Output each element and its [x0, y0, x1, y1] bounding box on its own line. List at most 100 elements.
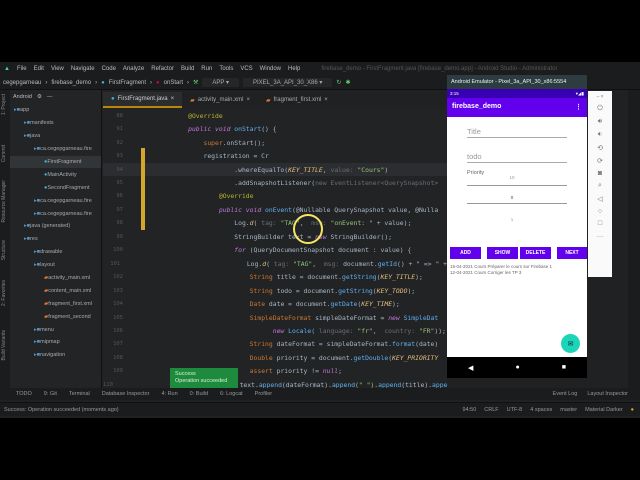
- line-number[interactable]: 92: [103, 140, 123, 146]
- menu-view[interactable]: View: [51, 66, 64, 72]
- project-tree-item[interactable]: ▸■ navigation: [10, 349, 101, 362]
- recents-icon[interactable]: ■: [562, 364, 566, 371]
- menu-code[interactable]: Code: [102, 66, 116, 72]
- add-button[interactable]: ADD: [450, 247, 481, 259]
- project-tree-item[interactable]: ▰ activity_main.xml: [10, 272, 101, 285]
- line-number[interactable]: 108: [103, 355, 123, 361]
- project-view-select[interactable]: Android: [13, 94, 32, 100]
- line-number[interactable]: 100: [103, 247, 123, 253]
- indent-setting[interactable]: 4 spaces: [530, 407, 552, 413]
- tool--build[interactable]: 0: Build: [190, 391, 208, 397]
- zoom-icon[interactable]: ⌕: [598, 182, 602, 190]
- project-tree-item[interactable]: ▰ fragment_first.xml: [10, 297, 101, 310]
- more-icon[interactable]: …: [597, 232, 604, 239]
- project-tree-item[interactable]: ▸■ ca.cegepgarneau.fire: [10, 143, 101, 156]
- line-number[interactable]: 107: [103, 341, 123, 347]
- emulator-title-bar[interactable]: Android Emulator - Pixel_3a_API_30_x86:5…: [447, 75, 587, 89]
- title-input[interactable]: Title: [467, 127, 567, 138]
- breadcrumb-module[interactable]: firebase_demo: [51, 80, 91, 86]
- project-tree-item[interactable]: ▸■ menu: [10, 323, 101, 336]
- line-number[interactable]: 97: [103, 207, 123, 213]
- tool--run[interactable]: 4: Run: [161, 391, 177, 397]
- project-tree-item[interactable]: ▸■ mipmap: [10, 336, 101, 349]
- tool-database-inspector[interactable]: Database Inspector: [102, 391, 150, 397]
- line-number[interactable]: 95: [103, 180, 123, 186]
- tool--project[interactable]: 1: Project: [1, 94, 7, 115]
- picker-value[interactable]: 0: [447, 195, 577, 200]
- line-number[interactable]: 102: [103, 274, 123, 280]
- breadcrumb-class[interactable]: FirstFragment: [109, 80, 146, 86]
- tool--git[interactable]: 9: Git: [44, 391, 57, 397]
- todo-input[interactable]: todo: [467, 152, 567, 163]
- line-number[interactable]: 98: [103, 220, 123, 226]
- line-number[interactable]: 104: [103, 301, 123, 307]
- volume-down-icon[interactable]: 🔉︎: [598, 131, 602, 139]
- project-tree-item[interactable]: ▰ fragment_second: [10, 310, 101, 323]
- rotate-left-icon[interactable]: ⟲: [597, 144, 603, 152]
- project-tree-item[interactable]: ▸■ drawable: [10, 246, 101, 259]
- project-tree-item[interactable]: ▸■ java (generated): [10, 220, 101, 233]
- project-tree-item[interactable]: ● MainActivity: [10, 168, 101, 181]
- menu-file[interactable]: File: [17, 66, 27, 72]
- tool--favorites[interactable]: 2: Favorites: [1, 280, 7, 306]
- close-tab-icon[interactable]: ×: [171, 96, 175, 102]
- tool-structure[interactable]: Structure: [1, 240, 7, 260]
- code-editor[interactable]: 88 @Override 91 public void onStart() {92…: [103, 108, 447, 388]
- breadcrumb-project[interactable]: cegepgarneau: [3, 80, 41, 86]
- run-icon[interactable]: ↻: [336, 79, 341, 86]
- close-tab-icon[interactable]: ×: [324, 97, 328, 103]
- tool-terminal[interactable]: Terminal: [69, 391, 90, 397]
- line-number[interactable]: 99: [103, 234, 123, 240]
- tab-activity_main-xml[interactable]: ▰ activity_main.xml ×: [182, 92, 258, 108]
- project-tree-item[interactable]: ▸■ manifests: [10, 117, 101, 130]
- menu-analyze[interactable]: Analyze: [123, 66, 144, 72]
- menu-vcs[interactable]: VCS: [240, 66, 252, 72]
- tab-firstfragment-java[interactable]: ● FirstFragment.java ×: [103, 92, 183, 108]
- fab-email-button[interactable]: ✉: [561, 334, 580, 353]
- hammer-icon[interactable]: ⚒: [193, 79, 198, 86]
- project-tree-item[interactable]: ▸■ java: [10, 130, 101, 143]
- caret-position[interactable]: 94:50: [463, 407, 477, 413]
- power-icon[interactable]: ⏻: [597, 105, 603, 113]
- line-separator[interactable]: CRLF: [484, 407, 498, 413]
- menu-navigate[interactable]: Navigate: [71, 66, 95, 72]
- tool-profiler[interactable]: Profiler: [255, 391, 272, 397]
- overview-icon[interactable]: □: [598, 220, 602, 227]
- menu-build[interactable]: Build: [181, 66, 194, 72]
- menu-help[interactable]: Help: [288, 66, 300, 72]
- file-encoding[interactable]: UTF-8: [507, 407, 523, 413]
- project-tree-item[interactable]: ▸■ layout: [10, 259, 101, 272]
- menu-window[interactable]: Window: [260, 66, 281, 72]
- theme-indicator[interactable]: Material Darker: [585, 407, 623, 413]
- line-number[interactable]: 106: [103, 328, 123, 334]
- line-number[interactable]: 101: [103, 261, 120, 267]
- menu-refactor[interactable]: Refactor: [151, 66, 174, 72]
- project-tree-item[interactable]: ▰ content_main.xml: [10, 284, 101, 297]
- menu-run[interactable]: Run: [201, 66, 212, 72]
- close-tab-icon[interactable]: ×: [246, 97, 250, 103]
- tool-todo[interactable]: TODO: [16, 391, 32, 397]
- menu-edit[interactable]: Edit: [34, 66, 44, 72]
- picker-prev[interactable]: 10: [447, 175, 577, 180]
- tool-resource-manager[interactable]: Resource Manager: [1, 180, 7, 223]
- status-message[interactable]: Success: Operation succeeded (moments ag…: [4, 407, 119, 413]
- project-tree-item[interactable]: ▸■ res: [10, 233, 101, 246]
- line-number[interactable]: 96: [103, 193, 123, 199]
- line-number[interactable]: 93: [103, 153, 123, 159]
- overflow-menu-icon[interactable]: ⋮: [575, 103, 582, 112]
- line-number[interactable]: 110: [103, 382, 113, 388]
- device-select[interactable]: PIXEL_3A_API_30_X86 ▾: [243, 78, 333, 87]
- git-branch[interactable]: master: [560, 407, 577, 413]
- next-button[interactable]: NEXT: [557, 247, 587, 259]
- home-icon[interactable]: ○: [598, 208, 602, 215]
- debug-icon[interactable]: ✱: [345, 79, 350, 86]
- tool-build-variants[interactable]: Build Variants: [1, 330, 7, 360]
- line-number[interactable]: 94: [103, 167, 123, 173]
- close-icon[interactable]: – ×: [596, 94, 603, 100]
- project-tree-item[interactable]: ● SecondFragment: [10, 181, 101, 194]
- line-number[interactable]: 105: [103, 315, 123, 321]
- home-icon[interactable]: ●: [515, 364, 519, 371]
- tool--logcat[interactable]: 6: Logcat: [220, 391, 243, 397]
- run-config-select[interactable]: APP ▾: [202, 78, 240, 87]
- breadcrumb-method[interactable]: onStart: [164, 80, 183, 86]
